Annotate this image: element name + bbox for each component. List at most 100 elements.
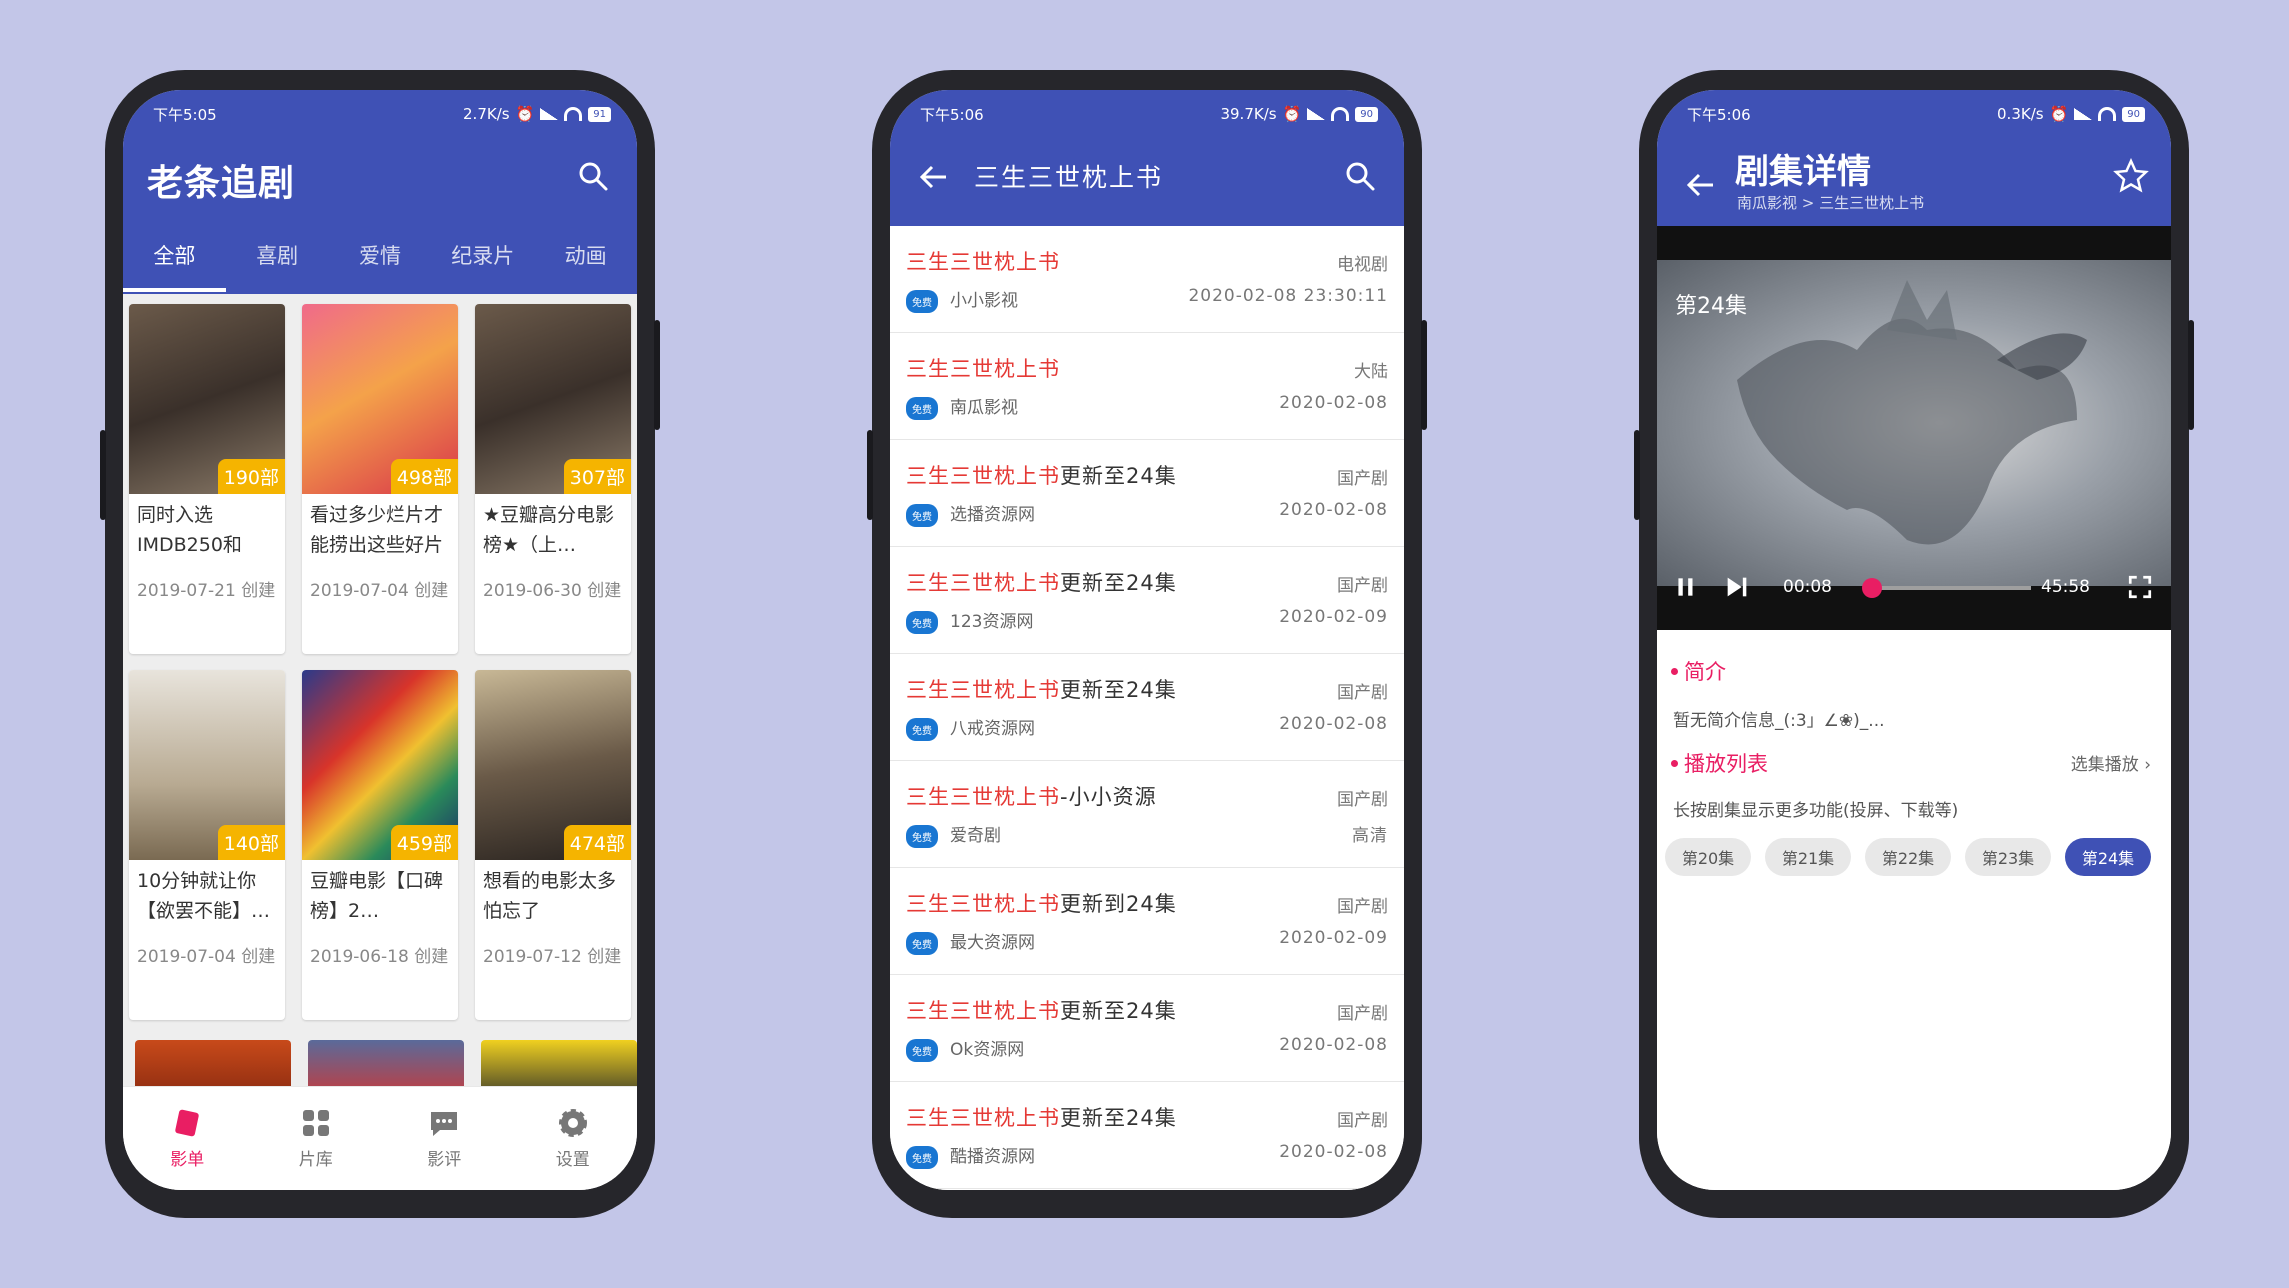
intro-heading: 简介 [1671, 656, 1726, 686]
app-bar: 老条追剧 [123, 130, 637, 226]
free-badge: 免费 [906, 1146, 938, 1169]
tab-documentary[interactable]: 纪录片 [431, 226, 534, 294]
episode-button[interactable]: 第23集 [1965, 838, 2051, 876]
result-date: 2020-02-09 [1279, 928, 1388, 948]
poster-image[interactable] [481, 1040, 637, 1086]
wifi-icon [564, 107, 583, 121]
alarm-icon: ⏰ [2049, 105, 2069, 123]
playlist-card[interactable]: 190部 同时入选IMDB250和豆… 2019-07-21 创建 [129, 304, 285, 654]
result-row[interactable]: 三生三世枕上书更新到24集 国产剧 免费 最大资源网 2020-02-09 [890, 868, 1404, 975]
tab-all[interactable]: 全部 [123, 226, 226, 294]
result-row[interactable]: 三生三世枕上书更新至24集 国产剧 免费 酷播资源网 2020-02-08 [890, 1082, 1404, 1189]
battery-icon: 90 [1355, 106, 1378, 122]
hint-text: 长按剧集显示更多功能(投屏、下载等) [1673, 801, 1959, 821]
seek-bar[interactable] [1861, 578, 2031, 598]
star-icon[interactable] [2113, 158, 2149, 194]
back-arrow-icon[interactable] [916, 160, 950, 194]
nav-label: 设置 [555, 1150, 590, 1170]
poster-image[interactable] [308, 1040, 464, 1086]
video-player[interactable]: 第24集 00:08 45:58 [1657, 226, 2171, 630]
card-title: 豆瓣电影【口碑榜】2… [310, 870, 444, 922]
phone-home: 下午5:05 2.7K/s ⏰ 91 老条追剧 全部 喜剧 爱情 纪录片 动画 … [100, 70, 660, 1218]
result-row[interactable]: 三生三世枕上书 电视剧 免费 小小影视 2020-02-08 23:30:11 [890, 226, 1404, 333]
result-title: 三生三世枕上书 [906, 246, 1060, 276]
seek-knob[interactable] [1861, 578, 1882, 598]
nav-settings[interactable]: 设置 [509, 1087, 638, 1190]
pause-icon[interactable] [1673, 574, 1699, 600]
playlist-card[interactable]: 498部 看过多少烂片才能捞出这些好片 2019-07-04 创建 [302, 304, 458, 654]
result-row[interactable]: 三生三世枕上书-小小资源 国产剧 免费 爱奇剧 高清 [890, 761, 1404, 868]
signal-icon [2074, 108, 2093, 120]
next-icon[interactable] [1723, 573, 1751, 601]
alarm-icon: ⏰ [515, 105, 535, 123]
card-title: 看过多少烂片才能捞出这些好片 [310, 504, 444, 556]
grid-icon [302, 1110, 329, 1136]
result-row[interactable]: 三生三世枕上书 大陆 免费 南瓜影视 2020-02-08 [890, 333, 1404, 440]
card-title: 同时入选IMDB250和豆… [137, 504, 242, 566]
episode-button[interactable]: 第22集 [1865, 838, 1951, 876]
nav-reviews[interactable]: 影评 [380, 1087, 509, 1190]
signal-icon [540, 108, 559, 120]
result-row[interactable]: 三生三世枕上书更新至24集 国产剧 免费 选播资源网 2020-02-08 [890, 440, 1404, 547]
back-arrow-icon[interactable] [1683, 168, 1717, 202]
result-title: 三生三世枕上书更新至24集 [906, 995, 1177, 1025]
playlist-card[interactable]: 459部 豆瓣电影【口碑榜】2… 2019-06-18 创建 [302, 670, 458, 1020]
result-type: 国产剧 [1337, 576, 1388, 596]
result-title-rest: 更新至24集 [1060, 678, 1177, 702]
result-title-match: 三生三世枕上书 [906, 785, 1060, 809]
playlist-card[interactable]: 307部 ★豆瓣高分电影榜★（上… 2019-06-30 创建 [475, 304, 631, 654]
network-speed: 39.7K/s [1220, 105, 1277, 123]
playlist-card[interactable]: 140部 10分钟就让你【欲罢不能】… 2019-07-04 创建 [129, 670, 285, 1020]
result-title-rest: 更新至24集 [1060, 464, 1177, 488]
result-source: 小小影视 [950, 291, 1018, 311]
fullscreen-icon[interactable] [2127, 574, 2153, 600]
tab-comedy[interactable]: 喜剧 [226, 226, 329, 294]
result-type: 国产剧 [1337, 790, 1388, 810]
result-type: 国产剧 [1337, 1004, 1388, 1024]
result-date: 2020-02-08 [1279, 1035, 1388, 1055]
episode-button[interactable]: 第21集 [1765, 838, 1851, 876]
episode-button-active[interactable]: 第24集 [2065, 838, 2151, 876]
battery-icon: 90 [2122, 106, 2145, 122]
search-icon[interactable] [577, 160, 609, 192]
result-source: 八戒资源网 [950, 719, 1035, 739]
episode-overlay: 第24集 [1675, 294, 1747, 319]
episode-button[interactable]: 第20集 [1665, 838, 1751, 876]
count-badge: 498部 [390, 459, 458, 494]
result-title-match: 三生三世枕上书 [906, 250, 1060, 274]
result-source: 最大资源网 [950, 933, 1035, 953]
result-row[interactable]: 三生三世枕上书更新至24集 国产剧 免费 Ok资源网 2020-02-08 [890, 975, 1404, 1082]
screen-detail: 下午5:06 0.3K/s ⏰ 90 剧集详情 南瓜影视 > 三生三世枕上书 第… [1657, 90, 2171, 1190]
poster-image: 459部 [302, 670, 458, 860]
playlist-card[interactable]: 474部 想看的电影太多怕忘了 2019-07-12 创建 [475, 670, 631, 1020]
page-title: 三生三世枕上书 [974, 163, 1164, 192]
result-title-match: 三生三世枕上书 [906, 357, 1060, 381]
nav-library[interactable]: 片库 [252, 1087, 381, 1190]
status-time: 下午5:06 [920, 105, 984, 124]
app-logo: 老条追剧 [147, 163, 296, 204]
count-badge: 459部 [390, 825, 458, 860]
result-row[interactable]: 三生三世枕上书更新至24集 国产剧 免费 123资源网 2020-02-09 [890, 547, 1404, 654]
tab-animation[interactable]: 动画 [534, 226, 637, 294]
free-badge: 免费 [906, 825, 938, 848]
nav-label: 片库 [298, 1150, 333, 1170]
cards-icon [175, 1109, 199, 1137]
nav-playlists[interactable]: 影单 [123, 1087, 252, 1190]
nav-label: 影评 [427, 1150, 462, 1170]
phone-search: 下午5:06 39.7K/s ⏰ 90 三生三世枕上书 三生三世枕上书 电视剧 免费… [867, 70, 1427, 1218]
phone-detail: 下午5:06 0.3K/s ⏰ 90 剧集详情 南瓜影视 > 三生三世枕上书 第… [1634, 70, 2194, 1218]
category-tabs: 全部 喜剧 爱情 纪录片 动画 [123, 226, 637, 294]
result-title: 三生三世枕上书更新到24集 [906, 888, 1177, 918]
tab-romance[interactable]: 爱情 [329, 226, 432, 294]
result-title-match: 三生三世枕上书 [906, 571, 1060, 595]
count-badge: 140部 [217, 825, 285, 860]
status-time: 下午5:05 [153, 105, 217, 124]
video-frame: 第24集 [1657, 260, 2171, 586]
result-date: 2020-02-08 [1279, 714, 1388, 734]
search-icon[interactable] [1344, 160, 1376, 192]
poster-image[interactable] [135, 1040, 291, 1086]
result-row[interactable]: 三生三世枕上书更新至24集 国产剧 免费 八戒资源网 2020-02-08 [890, 654, 1404, 761]
free-badge: 免费 [906, 932, 938, 955]
result-title-rest: 更新至24集 [1060, 571, 1177, 595]
select-episode-link[interactable]: 选集播放 › [2071, 750, 2151, 775]
